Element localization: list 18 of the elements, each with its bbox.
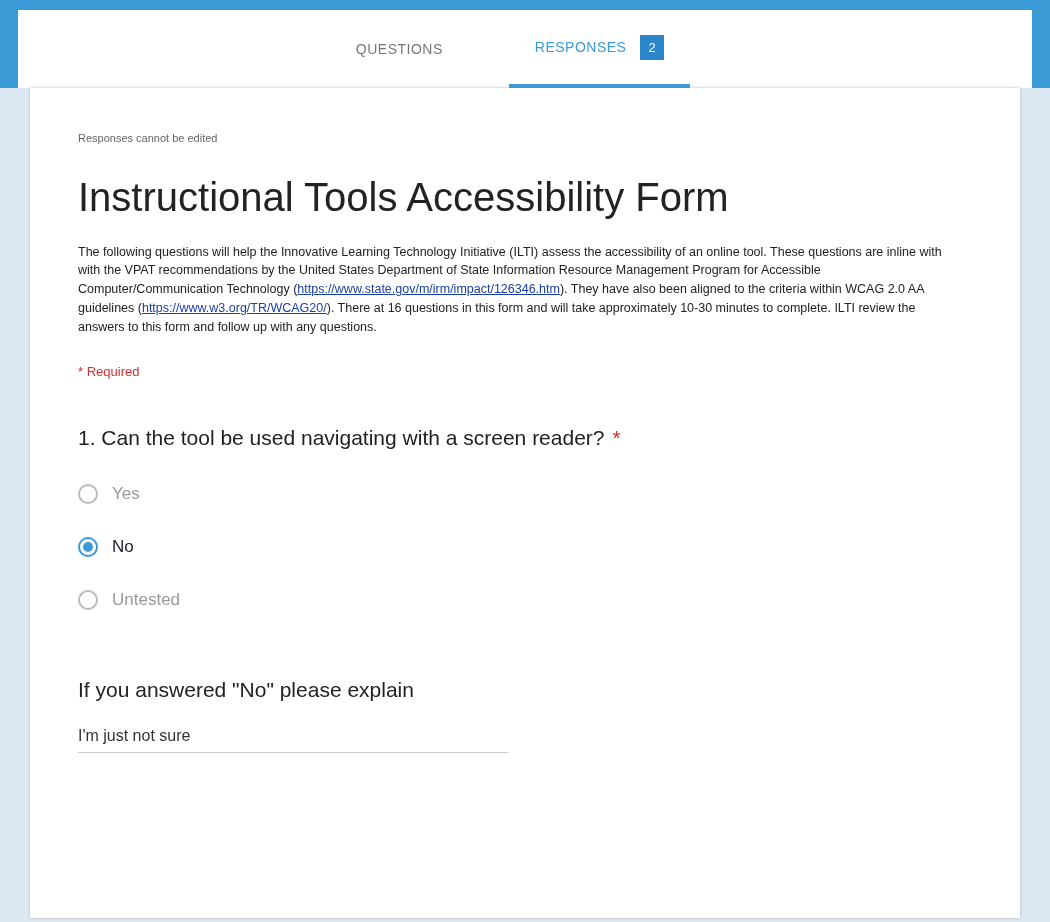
link[interactable]: https://www.state.gov/m/irm/impact/126346.htm [297,282,560,296]
form-title: Instructional Tools Accessibility Form [78,173,730,221]
tab[interactable]: QUESTIONS [329,39,469,88]
question-title: 1. Can the tool be used navigating with a screen reader? [78,424,605,451]
required-mark: * [612,424,621,451]
question-title: If you answered "No" please explain [78,677,414,704]
required-note: * Required [78,363,141,382]
description-text: The following questions will help the Innovative Learning Technology Initiative (ILTI) assess the accessibility of an online tool. These questions are inline with with the VPAT recommendations by the United States Department of State Information Resource Management Program for Accessible Computer/Communication Technology (https://www.state.gov/m/irm/impact/126346.htm). They have also been aligned to the criteria within WCAG 2.0 AA guidelines (https://www.w3.org/TR/WCAG20/). There at 16 questions in this form and will take approximately 10-30 minutes to complete. ILTI review the answers to this form and follow up with any questions. [78,243,943,336]
option-label: No [112,536,134,558]
answer-field[interactable]: I'm just not sure [78,719,508,753]
radio-button[interactable] [78,589,98,610]
option-label: Untested [112,589,181,611]
radio-button[interactable] [78,483,98,504]
radio-button[interactable] [78,536,98,557]
link[interactable]: https://www.w3.org/TR/WCAG20/ [141,300,327,315]
notice-text: Responses cannot be edited [78,131,219,146]
count-badge: 2 [640,34,665,60]
option-label: Yes [112,483,140,505]
